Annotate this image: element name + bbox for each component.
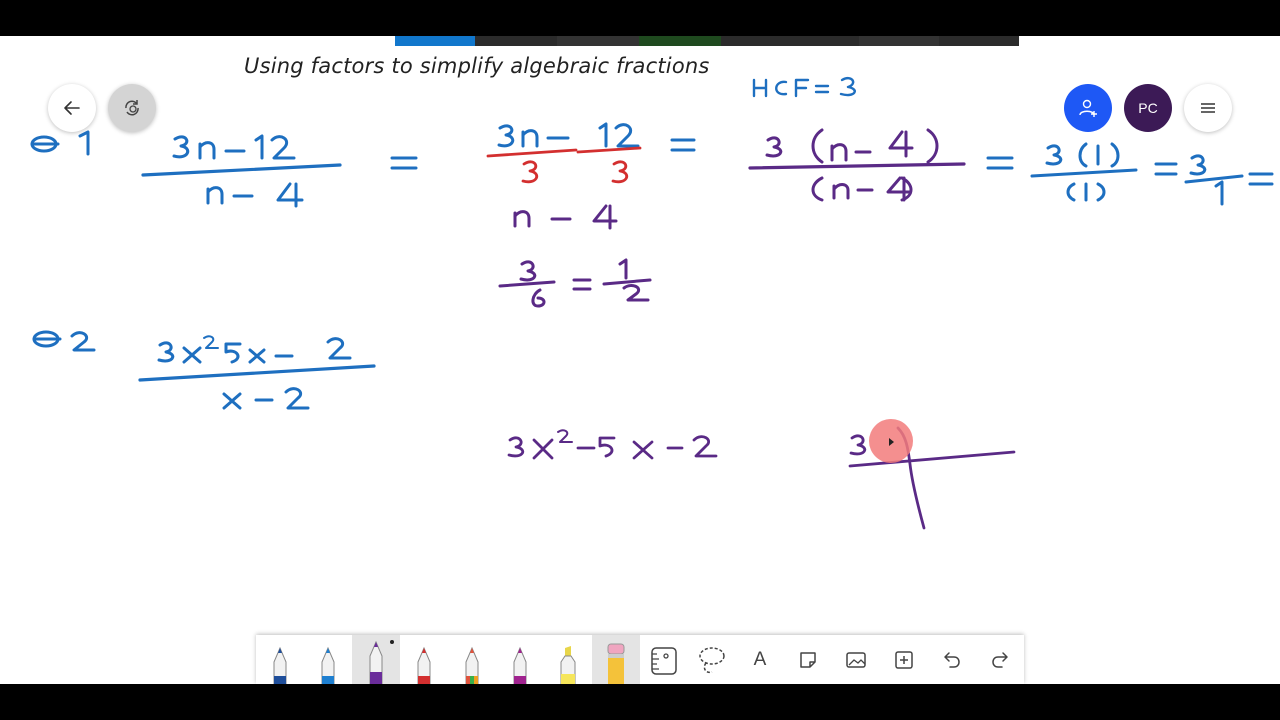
pen-red[interactable]: [400, 635, 448, 684]
pen-magenta[interactable]: [496, 635, 544, 684]
taskbar-strip: [395, 36, 1019, 46]
selected-dot: [390, 640, 394, 644]
ink-three-sixths: [498, 258, 652, 308]
insert-icon[interactable]: [880, 635, 928, 684]
ink-q1-red-lines: [486, 146, 642, 184]
ink-q2-expression: [507, 429, 718, 460]
ink-q2-fraction: [138, 335, 376, 410]
ink-hcf: [752, 76, 856, 98]
text-tool[interactable]: A: [736, 635, 784, 684]
ink-toolbar: A: [256, 635, 1024, 684]
whiteboard-canvas[interactable]: Using factors to simplify algebraic frac…: [0, 36, 1280, 684]
ink-q1-result: [1030, 142, 1244, 206]
pen-purple[interactable]: [352, 635, 400, 684]
ink-layer: [30, 76, 1274, 530]
ink-q2-label: [32, 330, 96, 352]
undo-icon[interactable]: [928, 635, 976, 684]
pen-blue[interactable]: [304, 635, 352, 684]
highlighter-yellow[interactable]: [544, 635, 592, 684]
ink-n-minus-4: [513, 204, 618, 230]
pen-multicolor[interactable]: [448, 635, 496, 684]
sticky-note-icon[interactable]: [784, 635, 832, 684]
pencil[interactable]: [592, 635, 640, 684]
ruler-icon[interactable]: [640, 635, 688, 684]
ink-q1-fraction: [141, 134, 342, 208]
ink-q1-label: [30, 130, 90, 156]
pen-dark-blue[interactable]: [256, 635, 304, 684]
lasso-icon[interactable]: [688, 635, 736, 684]
redo-icon[interactable]: [976, 635, 1024, 684]
bottom-black-bar: [0, 684, 1280, 720]
ink-q1-step1: [497, 122, 640, 148]
image-icon[interactable]: [832, 635, 880, 684]
ink-q1-factored: [748, 128, 966, 202]
top-black-bar: [0, 0, 1280, 36]
